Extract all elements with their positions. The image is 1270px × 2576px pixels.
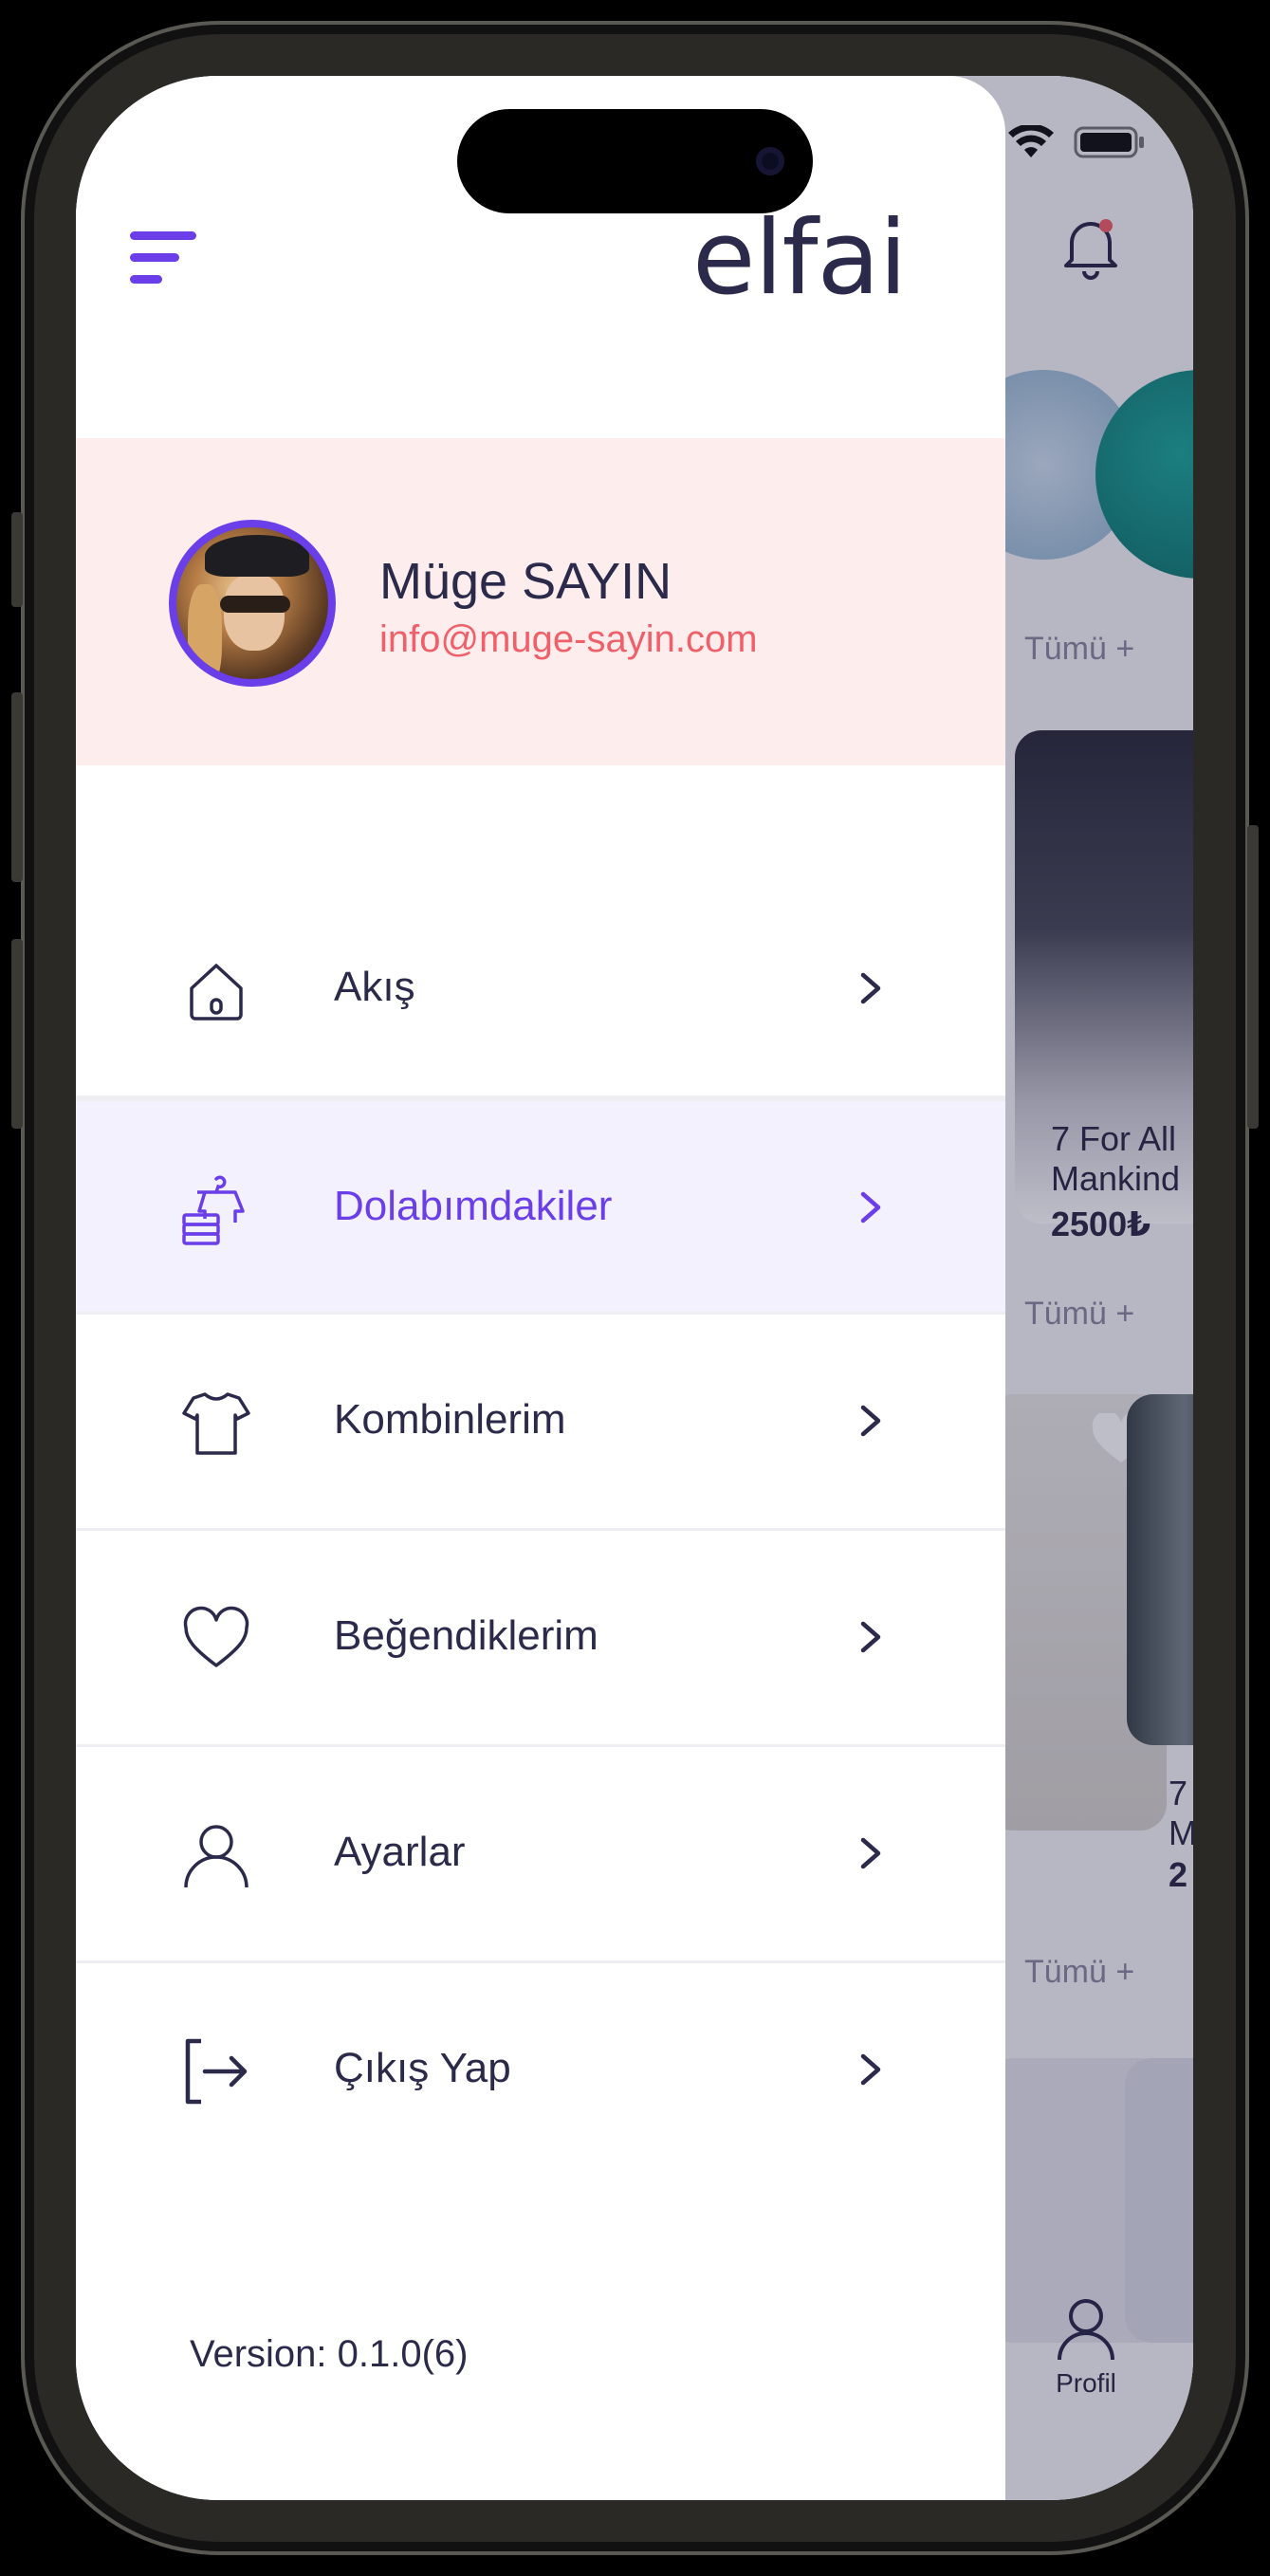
menu-item-cikis-yap[interactable]: Çıkış Yap [76,1963,1005,2180]
menu-item-label: Akış [334,964,415,1010]
menu-item-kombinlerim[interactable]: Kombinlerim [76,1315,1005,1531]
wardrobe-icon [182,1175,245,1245]
menu-item-label: Ayarlar [334,1829,466,1875]
app-version: Version: 0.1.0(6) [190,2333,469,2375]
logout-icon [185,2038,248,2105]
chevron-right-icon [860,972,881,1004]
chevron-right-icon [860,2053,881,2086]
menu-item-label: Çıkış Yap [334,2045,511,2091]
menu-item-dolabimdakiler[interactable]: Dolabımdakiler [76,1098,1005,1315]
mute-switch [11,512,23,607]
profile-name: Müge SAYIN [379,553,672,610]
chevron-right-icon [860,1621,881,1653]
camera-icon [756,147,784,175]
power-button [1247,825,1259,1129]
menu-item-label: Dolabımdakiler [334,1183,613,1229]
profile-email: info@muge-sayin.com [379,618,758,660]
menu-item-begendiklerim[interactable]: Beğendiklerim [76,1531,1005,1747]
menu-item-label: Kombinlerim [334,1396,566,1443]
user-icon [184,1825,248,1888]
volume-up-button [11,692,23,882]
volume-down-button [11,939,23,1129]
chevron-right-icon [860,1405,881,1437]
app-logo: elfai [692,199,908,318]
tshirt-icon [182,1392,250,1455]
menu-item-ayarlar[interactable]: Ayarlar [76,1747,1005,1963]
chevron-right-icon [860,1837,881,1869]
chevron-right-icon [860,1191,881,1224]
profile-card[interactable]: Müge SAYIN info@muge-sayin.com [76,438,1005,765]
menu-item-akis[interactable]: Akış [76,882,1005,1098]
side-drawer: elfai Müge SAYIN info@muge-sayin.com Akı… [76,76,1005,2500]
menu-toggle-icon[interactable] [128,228,200,288]
screen: Tümü + 7 For All Mankind 2500₺ Tümü + 7 … [76,76,1193,2500]
menu-item-label: Beğendiklerim [334,1612,598,1659]
avatar [169,520,336,687]
heart-icon [183,1606,249,1667]
menu-list: Akış Dolabımdakiler Kombinlerim Beğendik… [76,882,1005,2180]
dynamic-island [457,109,813,213]
home-icon [190,964,243,1021]
